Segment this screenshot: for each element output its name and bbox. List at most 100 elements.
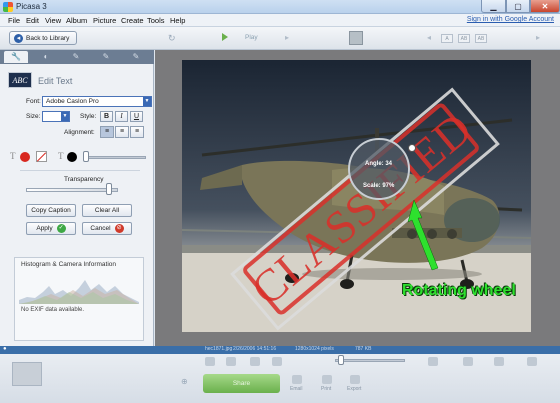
undo-icon[interactable]: ↻ <box>168 33 176 44</box>
align-right-button[interactable]: ≡ <box>130 126 144 138</box>
rotate-right-icon[interactable] <box>226 357 236 366</box>
zoom-slider[interactable] <box>335 359 405 362</box>
text-color-swatch[interactable] <box>20 152 30 162</box>
underline-button[interactable]: U <box>130 111 143 122</box>
outline-size-thumb[interactable] <box>83 151 89 162</box>
tab-basic-fixes[interactable]: 🔧 <box>4 51 28 63</box>
divider <box>20 170 140 171</box>
back-to-library-button[interactable]: ◂ Back to Library <box>9 31 77 45</box>
menu-view[interactable]: View <box>45 16 61 25</box>
no-outline-icon[interactable] <box>36 151 47 162</box>
tab-tuning[interactable]: ◐ <box>34 51 58 63</box>
copy-caption-button[interactable]: Copy Caption <box>26 204 76 217</box>
prev-photo-icon[interactable]: ◂ <box>427 33 431 42</box>
window-title: Picasa 3 <box>16 2 47 11</box>
italic-button[interactable]: I <box>115 111 128 122</box>
style-label: Style: <box>80 113 97 120</box>
current-photo-thumbnail[interactable] <box>349 31 363 45</box>
people-icon[interactable] <box>428 357 438 366</box>
status-size: 787 KB <box>355 346 372 352</box>
tab-effects-3[interactable]: ✎ <box>124 51 148 63</box>
edit-panel: 🔧 ◐ ✎ ✎ ✎ ABC Edit Text Font: Adobe Casl… <box>0 50 154 346</box>
bold-button[interactable]: B <box>100 111 113 122</box>
clear-all-label: Clear All <box>94 207 120 214</box>
toolbar: ◂ Back to Library ↻ Play ▸ ◂ A AB AB ▸ <box>0 27 560 50</box>
alignment-label: Alignment: <box>64 129 95 136</box>
tags-icon[interactable] <box>494 357 504 366</box>
menu-edit[interactable]: Edit <box>26 16 39 25</box>
print-label[interactable]: Print <box>321 386 331 392</box>
copy-caption-label: Copy Caption <box>31 207 71 214</box>
status-date: 2/26/2006 14:51:16 <box>233 346 277 352</box>
clear-all-button[interactable]: Clear All <box>82 204 132 217</box>
outline-size-slider[interactable] <box>88 156 146 159</box>
exif-info: No EXIF data available. <box>21 307 85 313</box>
export-icon[interactable] <box>350 375 360 384</box>
edit-tabs: 🔧 ◐ ✎ ✎ ✎ <box>0 50 154 64</box>
export-label[interactable]: Export <box>347 386 361 392</box>
histogram-panel: Histogram & Camera Information No EXIF d… <box>14 257 144 341</box>
email-label[interactable]: Email <box>290 386 303 392</box>
panel-title: Edit Text <box>38 76 73 86</box>
sign-in-link[interactable]: Sign in with Google Account <box>467 16 554 23</box>
check-icon: ✓ <box>56 224 66 233</box>
chevron-down-icon[interactable]: ▼ <box>61 112 69 121</box>
photo[interactable]: CLASSIFIED Angle: 34 Scale: 97% Rotating… <box>182 60 531 332</box>
next-photo-icon[interactable]: ▸ <box>536 33 540 42</box>
apply-button[interactable]: Apply ✓ <box>26 222 76 235</box>
tag-icon[interactable] <box>272 357 282 366</box>
size-select[interactable]: ▼ <box>42 111 70 122</box>
view-compare-icon[interactable]: AB <box>475 34 487 43</box>
next-icon[interactable]: ▸ <box>285 33 289 42</box>
chevron-down-icon[interactable]: ▼ <box>143 97 151 106</box>
cancel-label: Cancel <box>90 225 111 232</box>
cancel-button[interactable]: Cancel ⊘ <box>82 222 132 235</box>
status-bar: ● hec1871.jpg 2/26/2006 14:51:16 1280x10… <box>0 346 560 354</box>
star-icon[interactable] <box>250 357 260 366</box>
play-label[interactable]: Play <box>245 34 258 41</box>
menu-help[interactable]: Help <box>170 16 185 25</box>
view-single-icon[interactable]: A <box>441 34 453 43</box>
transparency-slider[interactable] <box>26 188 118 192</box>
back-to-library-label: Back to Library <box>26 34 70 42</box>
photo-canvas: CLASSIFIED Angle: 34 Scale: 97% Rotating… <box>155 50 560 346</box>
menu-picture[interactable]: Picture <box>93 16 116 25</box>
close-button[interactable]: ✕ <box>530 0 560 13</box>
outline-color-icon: T <box>58 151 64 161</box>
zoom-thumb[interactable] <box>338 355 344 365</box>
transparency-thumb[interactable] <box>106 183 112 195</box>
font-select[interactable]: Adobe Caslon Pro ▼ <box>42 96 152 107</box>
status-dimensions: 1280x1024 pixels <box>295 346 334 352</box>
status-filename: hec1871.jpg <box>205 346 233 352</box>
menu-bar: File Edit View Album Picture Create Tool… <box>0 14 560 27</box>
transparency-label: Transparency <box>64 176 104 183</box>
rotate-left-icon[interactable] <box>205 357 215 366</box>
menu-album[interactable]: Album <box>66 16 87 25</box>
play-icon[interactable] <box>222 33 228 41</box>
view-double-icon[interactable]: AB <box>458 34 470 43</box>
outline-color-swatch[interactable] <box>67 152 77 162</box>
maximize-button[interactable]: ▢ <box>506 0 530 13</box>
tab-effects[interactable]: ✎ <box>64 51 88 63</box>
email-icon[interactable] <box>292 375 302 384</box>
font-label: Font: <box>26 98 41 105</box>
share-options-icon[interactable]: ⊕ <box>181 377 188 386</box>
tray-thumbnail[interactable] <box>12 362 42 386</box>
menu-tools[interactable]: Tools <box>147 16 165 25</box>
tab-effects-2[interactable]: ✎ <box>94 51 118 63</box>
status-icon: ● <box>3 346 7 352</box>
text-color-icon: T <box>10 151 16 161</box>
menu-file[interactable]: File <box>8 16 20 25</box>
histogram-title: Histogram & Camera Information <box>21 261 117 268</box>
places-icon[interactable] <box>463 357 473 366</box>
menu-create[interactable]: Create <box>121 16 144 25</box>
size-label: Size: <box>26 113 41 120</box>
print-icon[interactable] <box>322 375 332 384</box>
font-value: Adobe Caslon Pro <box>46 98 99 105</box>
info-icon[interactable] <box>527 357 537 366</box>
align-left-button[interactable]: ≡ <box>100 126 114 138</box>
minimize-button[interactable]: ▁ <box>481 0 506 13</box>
share-button[interactable]: Share <box>203 374 280 393</box>
apply-label: Apply <box>36 225 53 232</box>
align-center-button[interactable]: ≡ <box>115 126 129 138</box>
